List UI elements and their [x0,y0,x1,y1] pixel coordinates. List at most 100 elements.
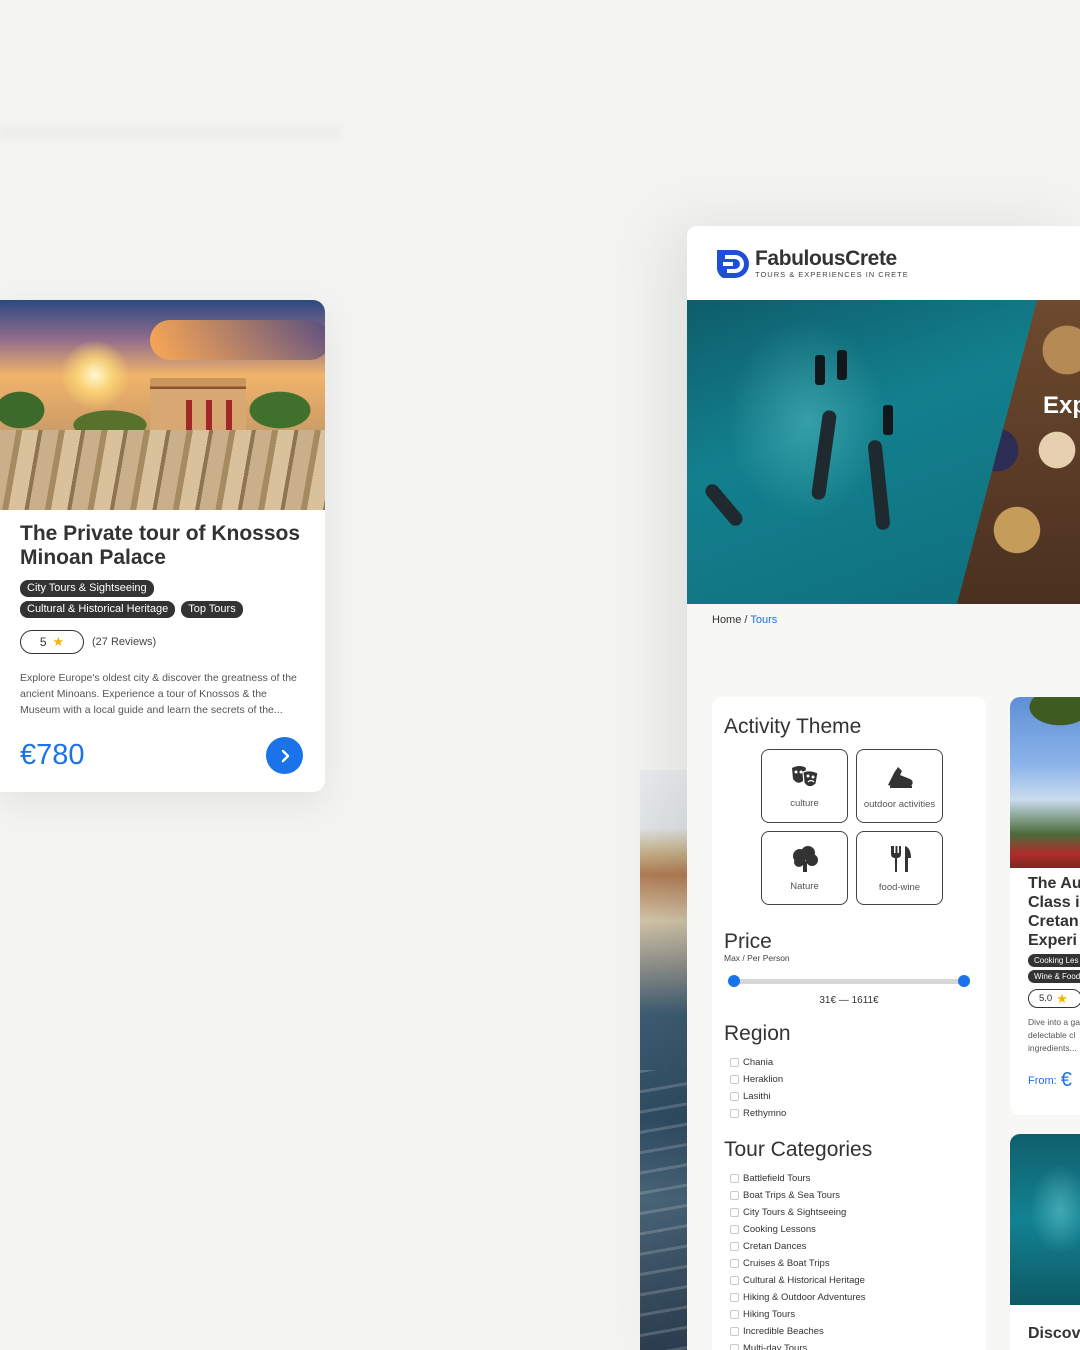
checkbox-item[interactable]: Incredible Beaches [724,1323,974,1340]
tag[interactable]: Top Tours [181,601,243,618]
title-line: Class i [1028,894,1080,911]
checkbox-item[interactable]: Cultural & Historical Heritage [724,1272,974,1289]
checkbox[interactable] [730,1075,739,1084]
tour-title[interactable]: Discov [1010,1305,1080,1343]
tour-card-partial[interactable]: The Au Class i Cretan Experi Cooking Les… [1010,697,1080,1115]
tag[interactable]: City Tours & Sightseeing [20,580,154,597]
checkbox[interactable] [730,1109,739,1118]
diving-photo [1010,1134,1080,1305]
price-value: € [1060,1069,1072,1091]
price-from: From: € [1010,1055,1080,1092]
checkbox-label: Cretan Dances [743,1241,807,1252]
star-icon: ★ [1056,990,1068,1006]
desc-line: Dive into a ga [1028,1017,1080,1027]
checkbox[interactable] [730,1058,739,1067]
tour-title[interactable]: The Au Class i Cretan Experi [1010,868,1080,950]
tour-categories-title: Tour Categories [724,1138,873,1161]
rating-value: 5.0 [1039,993,1053,1004]
checkbox-label: Incredible Beaches [743,1326,824,1337]
tour-price: €780 [20,739,85,771]
checkbox[interactable] [730,1191,739,1200]
checkbox[interactable] [730,1225,739,1234]
tag[interactable]: Wine & Food [1028,970,1080,983]
from-label: From: [1028,1074,1057,1087]
checkbox-item[interactable]: Hiking Tours [724,1306,974,1323]
rating-badge: 5 ★ [20,630,84,654]
checkbox-item[interactable]: Boat Trips & Sea Tours [724,1187,974,1204]
tour-card[interactable]: The Private tour of Knossos Minoan Palac… [0,300,325,792]
checkbox-label: Cruises & Boat Trips [743,1258,830,1269]
knossos-palace-photo [0,300,325,510]
title-line: Experi [1028,932,1077,949]
website-frame: FabulousCrete TOURS & EXPERIENCES IN CRE… [687,226,1080,1350]
title-line: Cretan [1028,913,1079,930]
theme-food-wine[interactable]: food-wine [856,831,943,905]
brand[interactable]: FabulousCrete TOURS & EXPERIENCES IN CRE… [755,247,909,279]
slider-thumb-max[interactable] [958,975,970,987]
slider-thumb-min[interactable] [728,975,740,987]
rating-value: 5 [39,635,47,649]
fork-knife-icon [890,845,911,872]
checkbox-item[interactable]: Cruises & Boat Trips [724,1255,974,1272]
tour-card-partial-2[interactable]: Discov [1010,1134,1080,1350]
checkbox-item[interactable]: Chania [724,1054,974,1071]
brand-tagline: TOURS & EXPERIENCES IN CRETE [755,269,909,279]
breadcrumb: Home / Tours [687,604,1080,626]
price-range-label: 31€ — 1611€ [819,995,879,1006]
tree-icon [792,845,818,872]
cooking-class-photo [1010,697,1080,868]
theme-culture[interactable]: culture [761,749,848,823]
theme-outdoor-activities[interactable]: outdoor activities [856,749,943,823]
theme-label: Nature [790,880,819,892]
breadcrumb-current[interactable]: Tours [750,614,777,626]
checkbox-item[interactable]: City Tours & Sightseeing [724,1204,974,1221]
checkbox-item[interactable]: Rethymno [724,1105,974,1122]
checkbox-item[interactable]: Cooking Lessons [724,1221,974,1238]
breadcrumb-home[interactable]: Home [712,614,741,626]
chevron-right-icon [281,749,289,762]
tour-title[interactable]: The Private tour of Knossos Minoan Palac… [20,522,305,570]
region-list: Chania Heraklion Lasithi Rethymno [724,1054,974,1122]
desc-line: delectable cl [1028,1030,1076,1040]
checkbox[interactable] [730,1208,739,1217]
tag[interactable]: Cooking Les [1028,954,1080,967]
checkbox[interactable] [730,1327,739,1336]
checkbox-item[interactable]: Lasithi [724,1088,974,1105]
checkbox[interactable] [730,1344,739,1350]
checkbox[interactable] [730,1293,739,1302]
fabulouscrete-logo-icon[interactable] [713,246,749,280]
site-header: FabulousCrete TOURS & EXPERIENCES IN CRE… [687,226,1080,300]
checkbox[interactable] [730,1242,739,1251]
title-line: The Au [1028,875,1080,892]
checkbox-item[interactable]: Cretan Dances [724,1238,974,1255]
price-slider[interactable] [728,975,970,987]
checkbox[interactable] [730,1276,739,1285]
checkbox-label: Rethymno [743,1108,787,1119]
checkbox-item[interactable]: Heraklion [724,1071,974,1088]
running-shoe-icon [887,766,913,788]
checkbox-label: Hiking & Outdoor Adventures [743,1292,866,1303]
checkbox[interactable] [730,1310,739,1319]
checkbox-label: Multi-day Tours [743,1343,808,1350]
checkbox-label: Lasithi [743,1091,771,1102]
checkbox[interactable] [730,1174,739,1183]
checkbox-label: Battlefield Tours [743,1173,811,1184]
checkbox-label: Heraklion [743,1074,784,1085]
tag[interactable]: Cultural & Historical Heritage [20,601,176,618]
theme-nature[interactable]: Nature [761,831,848,905]
theme-label: culture [790,797,819,809]
checkbox-item[interactable]: Hiking & Outdoor Adventures [724,1289,974,1306]
price-title: Price [724,930,772,953]
checkbox-label: Boat Trips & Sea Tours [743,1190,840,1201]
checkbox[interactable] [730,1259,739,1268]
slider-track [734,979,964,984]
region-title: Region [724,1022,791,1045]
checkbox[interactable] [730,1092,739,1101]
reviews-count: (27 Reviews) [92,636,157,648]
view-tour-button[interactable] [266,737,303,774]
activity-theme-title: Activity Theme [724,715,862,738]
checkbox-item[interactable]: Multi-day Tours [724,1340,974,1350]
checkbox-item[interactable]: Battlefield Tours [724,1170,974,1187]
tour-description: Explore Europe's oldest city & discover … [20,672,297,716]
filters-panel: Activity Theme culture outdoor activitie… [712,697,986,1350]
